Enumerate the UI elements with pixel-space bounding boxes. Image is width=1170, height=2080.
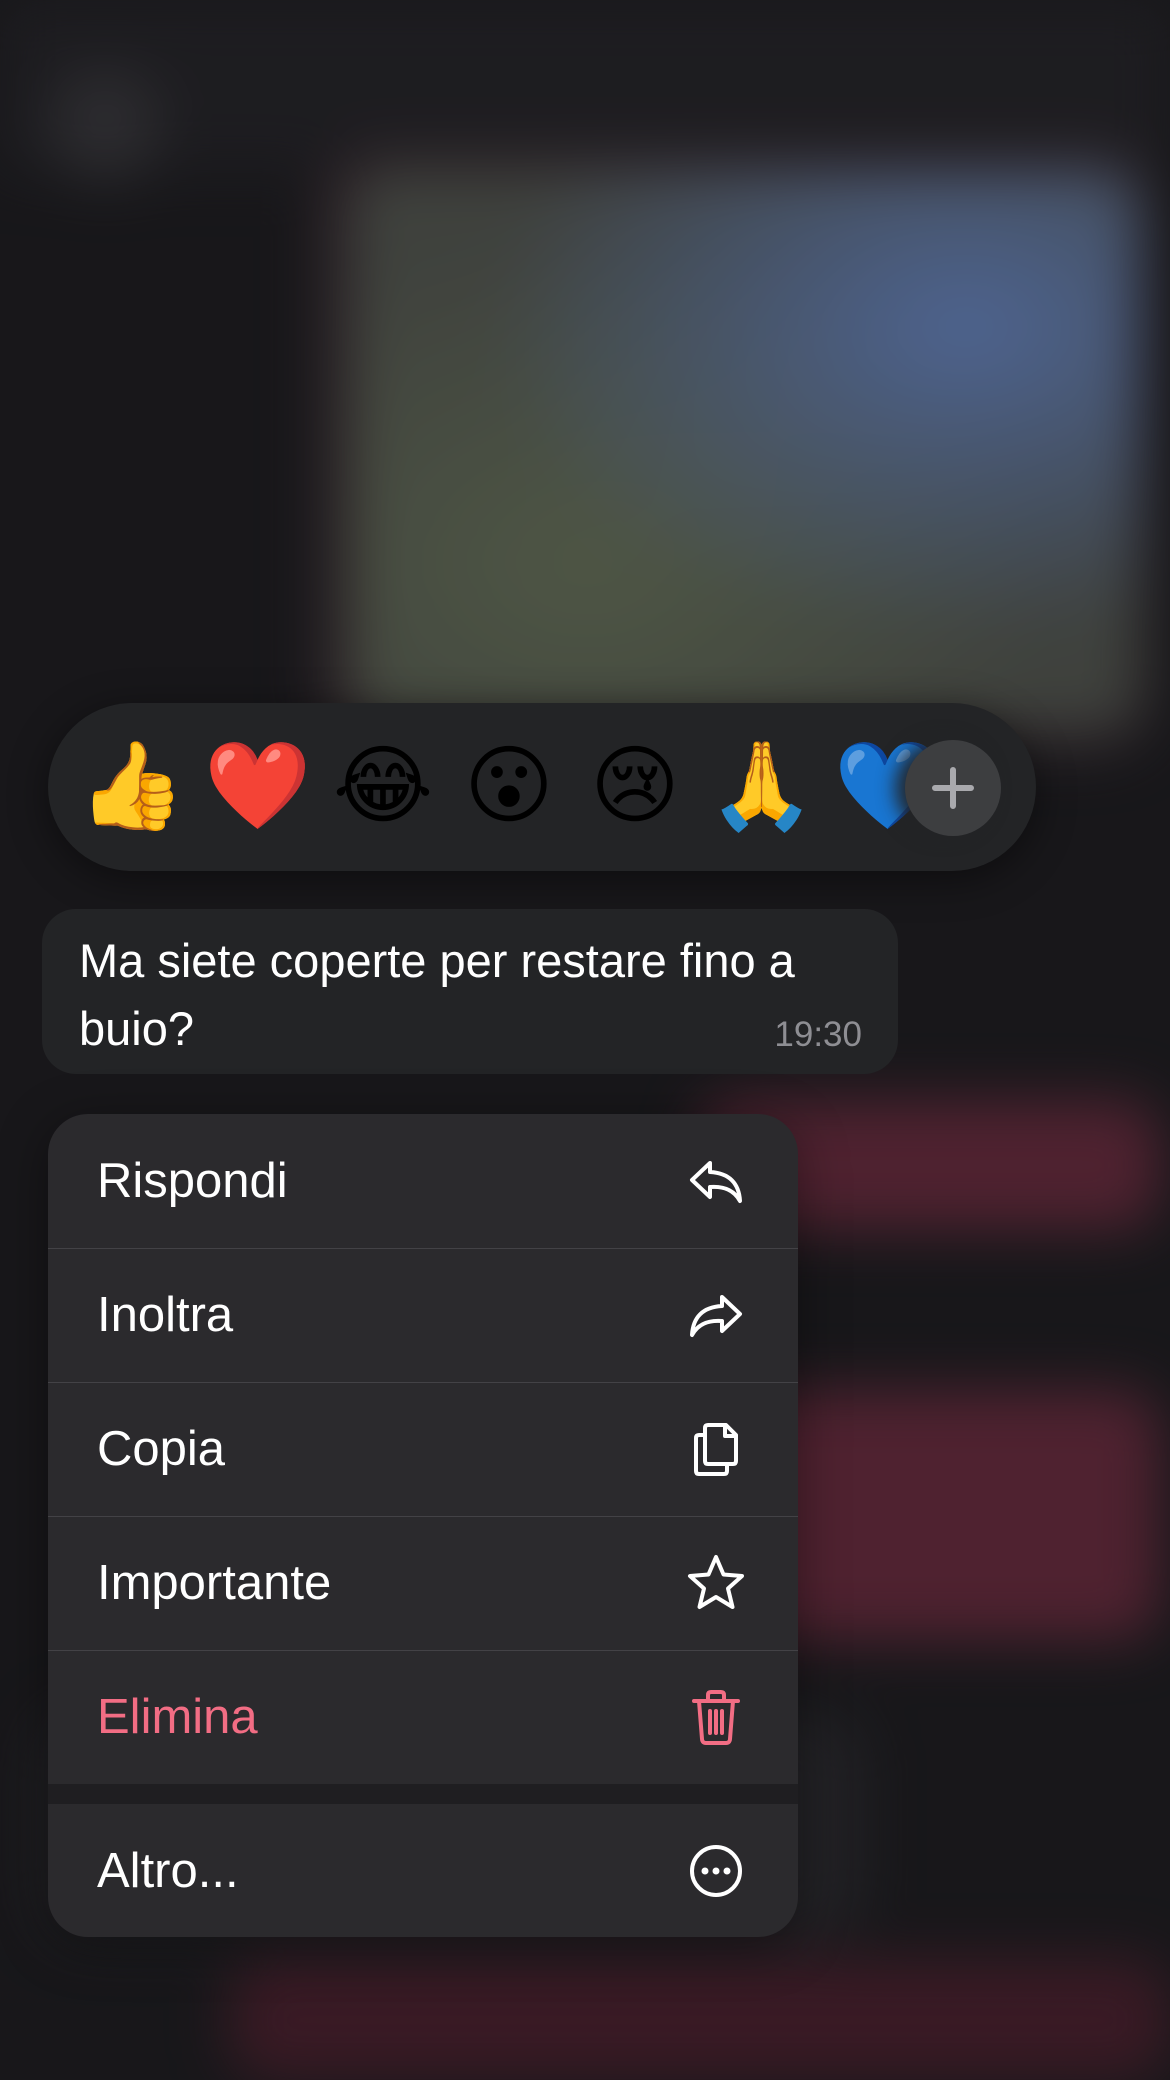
reaction-tears-of-joy[interactable]: 😂 <box>330 733 436 839</box>
menu-item-reply[interactable]: Rispondi <box>48 1114 798 1249</box>
menu-item-more[interactable]: Altro... <box>48 1804 798 1937</box>
star-icon <box>688 1555 744 1609</box>
reaction-surprised-face[interactable]: 😮 <box>456 733 562 839</box>
menu-item-label: Rispondi <box>97 1154 288 1208</box>
context-menu: Rispondi Inoltra Copia Importante Elimin… <box>48 1114 798 1937</box>
forward-icon <box>690 1295 742 1337</box>
menu-item-label: Elimina <box>97 1690 258 1744</box>
trash-icon <box>692 1690 740 1745</box>
menu-item-label: Copia <box>97 1422 226 1476</box>
reply-icon <box>690 1161 742 1203</box>
menu-item-star[interactable]: Importante <box>48 1516 798 1651</box>
copy-icon <box>694 1423 738 1476</box>
menu-item-label: Importante <box>97 1556 332 1610</box>
reaction-crying-face[interactable]: 😢 <box>582 733 688 839</box>
more-reactions-button[interactable] <box>905 740 1001 836</box>
reaction-thumbs-up[interactable]: 👍 <box>78 733 185 839</box>
reaction-red-heart[interactable]: ❤️ <box>204 733 311 839</box>
menu-item-delete[interactable]: Elimina <box>48 1650 798 1784</box>
message-timestamp: 19:30 <box>774 1015 862 1054</box>
reaction-folded-hands[interactable]: 🙏 <box>708 733 815 839</box>
menu-item-forward[interactable]: Inoltra <box>48 1248 798 1383</box>
menu-item-label: Altro... <box>97 1844 239 1898</box>
more-icon <box>690 1845 742 1897</box>
menu-item-copy[interactable]: Copia <box>48 1382 798 1517</box>
message-bubble: Ma siete coperte per restare fino a buio… <box>42 909 898 1074</box>
message-text: Ma siete coperte per restare fino a buio… <box>79 934 795 1055</box>
plus-icon <box>932 767 974 809</box>
reaction-bar: 👍 ❤️ 😂 😮 😢 🙏 💙 <box>48 703 1036 871</box>
menu-separator <box>48 1784 798 1804</box>
menu-item-label: Inoltra <box>97 1288 234 1342</box>
